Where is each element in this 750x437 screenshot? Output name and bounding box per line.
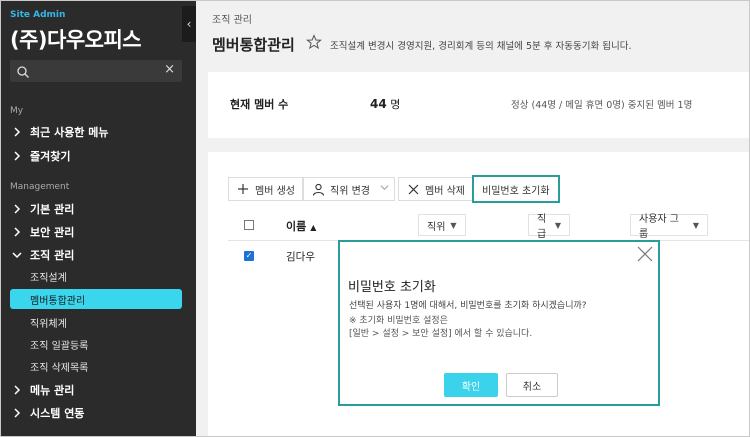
chevron-down-icon	[10, 248, 24, 262]
cancel-button[interactable]: 취소	[506, 373, 558, 397]
chevron-right-icon	[10, 125, 24, 139]
create-member-label: 멤버 생성	[255, 185, 295, 197]
member-count-value: 44 명	[370, 96, 400, 112]
sidebar-item-label: 조직 관리	[30, 249, 75, 262]
user-icon	[312, 182, 325, 196]
change-position-button[interactable]: 직위 변경	[303, 177, 395, 201]
column-filter-user-group[interactable]: 사용자 그룹 ▼	[630, 214, 708, 240]
sidebar-item-label: 최근 사용한 메뉴	[30, 126, 109, 139]
chevron-right-icon	[10, 149, 24, 163]
dropdown-icon: ▼	[450, 220, 457, 230]
sidebar-item-system-integration[interactable]: 시스템 연동	[10, 403, 184, 423]
sidebar-subitem-position-system[interactable]: 직위체계	[10, 312, 182, 332]
sidebar: Site Admin (주)다우오피스 × My 최근 사용한 메뉴 즐겨찾기 …	[0, 0, 196, 437]
column-header-name[interactable]: 이름 ▲	[286, 218, 316, 234]
page-title: 멤버통합관리	[212, 36, 295, 54]
row-member-name[interactable]: 김다우	[286, 249, 315, 264]
sidebar-collapse-button[interactable]: ‹	[182, 6, 196, 42]
column-filter-label: 직위	[427, 221, 446, 233]
company-name[interactable]: (주)다우오피스	[10, 24, 142, 54]
sidebar-item-menu-management[interactable]: 메뉴 관리	[10, 380, 184, 400]
confirm-button[interactable]: 확인	[444, 373, 498, 397]
dialog-note: ※ 초기화 비밀번호 설정은	[349, 316, 448, 326]
column-filter-label: 직급	[537, 214, 547, 240]
sidebar-item-security[interactable]: 보안 관리	[10, 222, 184, 242]
sidebar-item-favorites[interactable]: 즐겨찾기	[10, 146, 184, 166]
chevron-right-icon	[10, 225, 24, 239]
section-label-my: My	[10, 106, 24, 116]
dropdown-icon: ▼	[554, 220, 561, 230]
sidebar-subitem-deleted-list[interactable]: 조직 삭제목록	[10, 356, 182, 376]
star-icon[interactable]	[306, 34, 322, 50]
sidebar-item-basic[interactable]: 기본 관리	[10, 199, 184, 219]
member-count-number: 44	[370, 97, 387, 111]
section-label-management: Management	[10, 182, 70, 192]
column-filter-position[interactable]: 직위 ▼	[418, 214, 466, 236]
search-icon	[16, 64, 30, 78]
reset-password-button[interactable]: 비밀번호 초기화	[472, 175, 560, 203]
column-filter-label: 사용자 그룹	[639, 214, 679, 240]
plus-icon	[236, 182, 250, 196]
sidebar-item-recent[interactable]: 최근 사용한 메뉴	[10, 122, 184, 142]
sidebar-item-label: 기본 관리	[30, 203, 75, 216]
sidebar-item-label: 즐겨찾기	[30, 150, 71, 163]
chevron-down-icon	[380, 183, 389, 195]
close-icon[interactable]	[636, 245, 654, 263]
dialog-title: 비밀번호 초기화	[348, 280, 436, 295]
sidebar-item-label: 보안 관리	[30, 226, 75, 239]
select-all-checkbox[interactable]	[244, 220, 254, 230]
chevron-right-icon	[10, 383, 24, 397]
clear-icon[interactable]: ×	[164, 62, 175, 77]
delete-member-button[interactable]: 멤버 삭제	[398, 177, 473, 201]
sidebar-item-label: 메뉴 관리	[30, 384, 75, 397]
sidebar-item-organization[interactable]: 조직 관리	[10, 245, 184, 265]
sidebar-subitem-bulk-register[interactable]: 조직 일괄등록	[10, 334, 182, 354]
column-filter-rank[interactable]: 직급 ▼	[528, 214, 570, 240]
dropdown-icon: ▼	[692, 220, 699, 230]
dialog-message: 선택된 사용자 1명에 대해서, 비밀번호를 초기화 하시겠습니까?	[349, 301, 587, 311]
chevron-right-icon	[10, 202, 24, 216]
close-icon	[406, 182, 420, 196]
reset-password-dialog: 비밀번호 초기화 선택된 사용자 1명에 대해서, 비밀번호를 초기화 하시겠습…	[338, 240, 660, 406]
sidebar-search[interactable]: ×	[10, 60, 182, 82]
sort-asc-icon: ▲	[310, 223, 317, 232]
change-position-label: 직위 변경	[330, 185, 370, 197]
create-member-button[interactable]: 멤버 생성	[228, 177, 303, 201]
sidebar-subitem-org-design[interactable]: 조직설계	[10, 266, 182, 286]
column-header-name-label: 이름	[286, 220, 307, 233]
page-description: 조직설계 변경시 경영지원, 경리회계 등의 채널에 5분 후 자동동기화 됩니…	[330, 41, 632, 52]
sidebar-item-label: 시스템 연동	[30, 407, 85, 420]
member-status-detail: 정상 (44명 / 메일 휴면 0명) 중지된 멤버 1명	[511, 100, 693, 111]
site-admin-label: Site Admin	[10, 10, 66, 20]
dialog-note: [일반 > 설정 > 보안 설정] 에서 할 수 있습니다.	[349, 329, 533, 339]
delete-member-label: 멤버 삭제	[425, 185, 465, 197]
breadcrumb: 조직 관리	[212, 15, 252, 26]
member-count-label: 현재 멤버 수	[230, 98, 289, 111]
row-checkbox[interactable]: ✓	[244, 251, 254, 261]
sidebar-subitem-member-management[interactable]: 멤버통합관리	[10, 289, 182, 309]
chevron-right-icon	[10, 406, 24, 420]
member-count-unit: 명	[390, 98, 401, 111]
member-summary-card: 현재 멤버 수 44 명 정상 (44명 / 메일 휴면 0명) 중지된 멤버 …	[208, 72, 750, 138]
